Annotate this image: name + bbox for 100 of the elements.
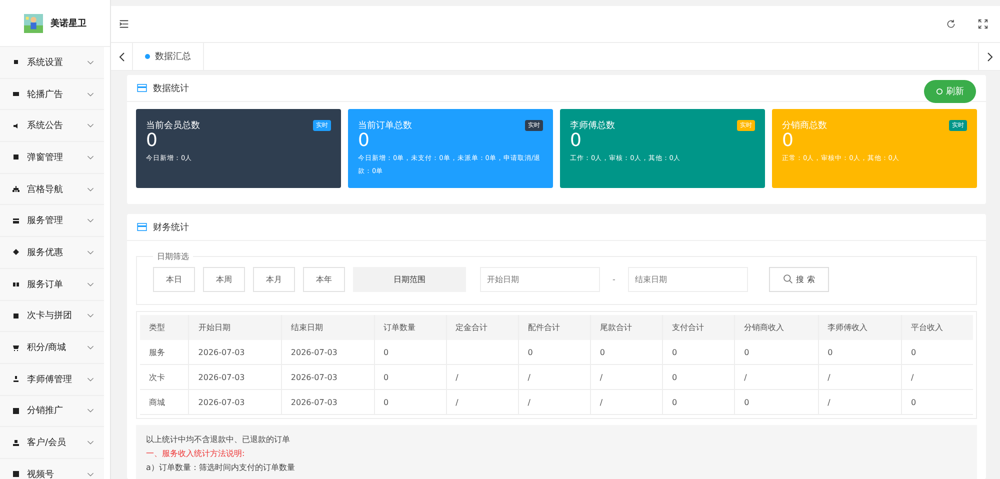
table-cell: 商城 — [149, 398, 165, 406]
sidebar-item[interactable]: 分销推广 — [0, 396, 104, 428]
sidebar-item[interactable]: 李师傅管理 — [0, 364, 104, 396]
column-header: 分销商收入 — [734, 315, 818, 340]
table-cell: 0 — [911, 348, 916, 356]
menu-item-icon — [12, 90, 20, 98]
menu-item-icon — [12, 344, 20, 352]
chevron-icon — [87, 376, 94, 382]
sidebar-item[interactable]: 服务优惠 — [0, 237, 104, 269]
chevron-icon — [87, 60, 94, 65]
stat-value: 0 — [782, 132, 794, 150]
chevron-icon — [87, 440, 94, 446]
stat-value: 0 — [146, 132, 158, 150]
column-header: 开始日期 — [188, 315, 282, 340]
menu-item-icon — [12, 470, 20, 478]
menu-item-icon — [12, 248, 20, 256]
stat-value: 0 — [358, 132, 370, 150]
table-cell: 0 — [528, 348, 533, 356]
table-cell: / — [744, 372, 747, 382]
sidebar-item[interactable]: 系统设置 — [0, 47, 104, 79]
table-cell: 2026-07-03 — [198, 372, 245, 382]
sidebar-item[interactable]: 服务订单 — [0, 268, 104, 300]
menu-item-icon — [12, 375, 20, 384]
menu-item-icon — [12, 153, 20, 162]
column-header: 类型 — [140, 315, 189, 340]
sidebar-item[interactable]: 系统公告 — [0, 110, 104, 142]
menu-icon[interactable] — [119, 19, 129, 30]
column-header: 结束日期 — [281, 315, 374, 340]
table-cell: 2026-07-03 — [198, 348, 245, 356]
range-label: 日期范围 — [353, 266, 466, 292]
sidebar-item[interactable]: 视频号 — [0, 458, 104, 479]
stat-title: 当前订单总数 — [358, 120, 412, 132]
card-icon — [137, 223, 147, 231]
table-cell: 0 — [911, 398, 916, 406]
end-date-field[interactable]: 结束日期 — [628, 266, 748, 292]
sidebar-item[interactable]: 宫格导航 — [0, 174, 104, 206]
refresh-icon[interactable] — [946, 19, 956, 30]
column-header: 平台收入 — [902, 315, 973, 340]
brand-name: 美诺星卫 — [50, 17, 86, 30]
column-header: 支付合计 — [662, 315, 735, 340]
menu-item-icon — [12, 216, 20, 225]
table-cell: 2026-07-03 — [198, 398, 245, 406]
stat-title: 分销商总数 — [782, 120, 827, 132]
column-header: 定金合计 — [446, 315, 518, 340]
table-cell: 0 — [744, 348, 750, 356]
chevron-icon — [87, 154, 94, 160]
date-button[interactable]: 本月 — [253, 266, 295, 292]
chevron-right-icon — [986, 52, 992, 62]
chevron-icon — [87, 92, 94, 97]
table-cell: / — [456, 372, 458, 382]
note-text: 一、服务收入统计方法说明: — [146, 448, 246, 460]
card-icon — [137, 84, 147, 92]
sidebar-item[interactable]: 次卡与拼团 — [0, 300, 104, 332]
tab[interactable]: 数据汇总 — [133, 43, 204, 70]
fullscreen-icon[interactable] — [978, 19, 988, 30]
sidebar-item[interactable]: 客户/会员 — [0, 427, 104, 459]
menu-item-icon — [12, 185, 20, 194]
stat-title: 李师傅总数 — [570, 120, 615, 132]
table-cell: 0 — [744, 398, 750, 406]
table-cell: / — [828, 398, 830, 406]
start-date-field[interactable]: 开始日期 — [480, 266, 600, 292]
sidebar-item[interactable]: 服务管理 — [0, 205, 104, 238]
table-cell: / — [528, 372, 530, 382]
stat-title: 当前会员总数 — [146, 120, 200, 132]
refresh-icon — [936, 88, 943, 94]
section-title: 数据统计 — [153, 82, 189, 94]
table-cell: / — [528, 398, 530, 406]
sidebar-item[interactable]: 轮播广告 — [0, 78, 104, 110]
chevron-icon — [87, 250, 94, 255]
filter-legend: 日期筛选 — [153, 251, 193, 262]
section-title: 财务统计 — [153, 222, 189, 234]
table-cell: 0 — [384, 372, 389, 382]
table-cell: / — [828, 372, 830, 382]
table-cell: 0 — [672, 398, 678, 406]
date-button[interactable]: 本日 — [153, 266, 195, 292]
table-cell: 0 — [384, 348, 389, 356]
sidebar-item[interactable]: 弹窗管理 — [0, 142, 104, 174]
separator: - — [612, 274, 616, 284]
table-cell: 2026-07-03 — [290, 372, 338, 382]
menu-item-icon — [12, 438, 20, 447]
table-cell: 次卡 — [149, 372, 165, 382]
table-cell: 0 — [600, 348, 605, 356]
table-cell: / — [456, 398, 458, 406]
sidebar-item[interactable]: 积分/商城 — [0, 332, 104, 364]
table-cell: / — [600, 398, 603, 406]
table-cell: 2026-07-03 — [290, 398, 338, 406]
note-text: a）订单数量：筛选时间内支付的订单数量 — [146, 462, 296, 474]
table-cell: 2026-07-03 — [290, 348, 338, 356]
date-button[interactable]: 本周 — [203, 266, 245, 292]
chevron-left-icon — [118, 52, 124, 62]
search-button[interactable]: 搜 索 — [769, 266, 829, 292]
table-cell: 0 — [672, 372, 678, 382]
chevron-icon — [87, 408, 94, 414]
table-cell: / — [600, 372, 603, 382]
stat-value: 0 — [570, 132, 582, 150]
menu-item-icon — [12, 58, 20, 66]
date-button[interactable]: 本年 — [303, 266, 345, 292]
table-cell: 0 — [672, 348, 678, 356]
chevron-icon — [87, 282, 94, 287]
search-icon — [783, 274, 794, 284]
